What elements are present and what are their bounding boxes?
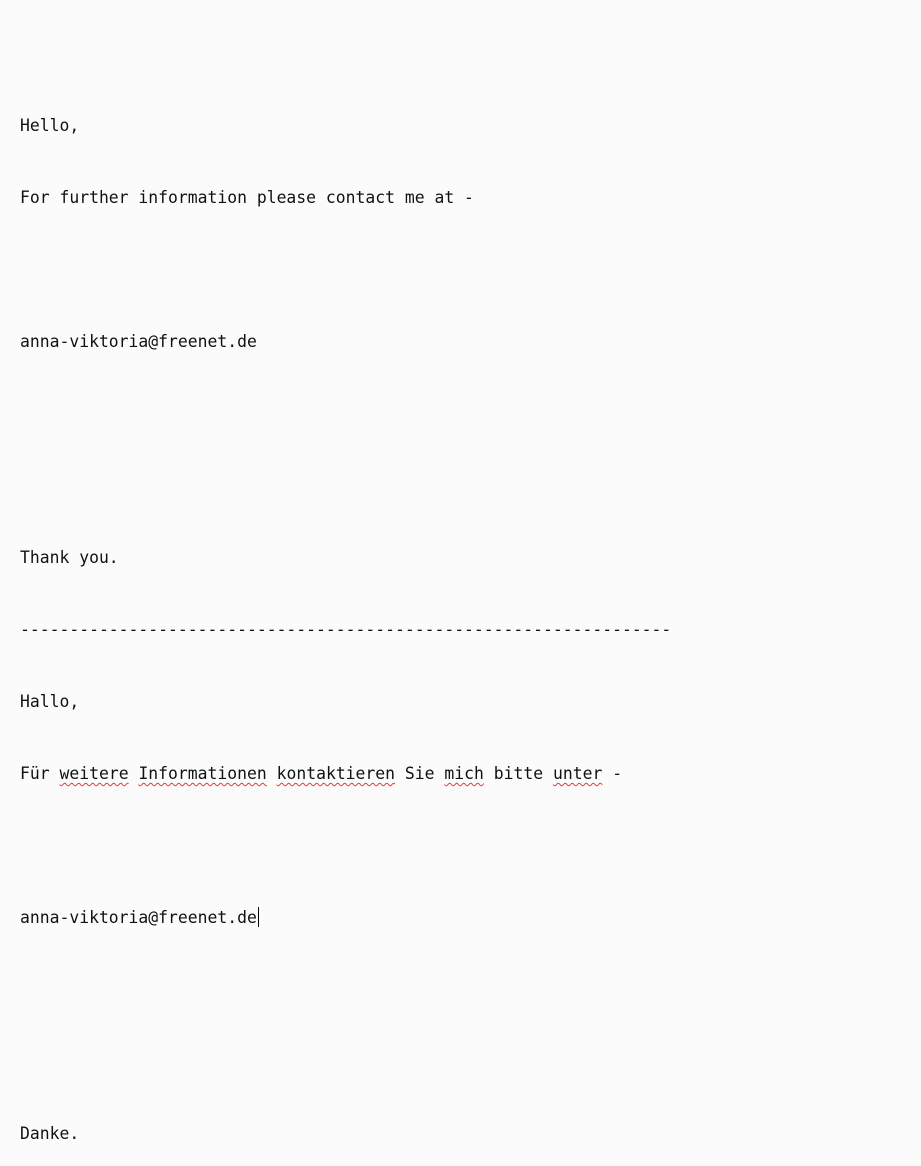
english-greeting: Hello, <box>20 116 80 135</box>
misspelled-word[interactable]: kontaktieren <box>277 764 395 783</box>
german-closing: Danke. <box>20 1124 80 1143</box>
word: Sie <box>404 764 435 783</box>
misspelled-word[interactable]: Informationen <box>138 764 266 783</box>
text-editor[interactable]: Hello, For further information please co… <box>0 0 921 1143</box>
english-closing: Thank you. <box>20 548 119 567</box>
german-info-line: Für weitere Informationen kontaktieren S… <box>20 762 671 786</box>
german-greeting: Hallo, <box>20 692 80 711</box>
german-email: anna-viktoria@freenet.de <box>20 908 257 927</box>
misspelled-word[interactable]: unter <box>553 764 602 783</box>
word: bitte <box>493 764 544 783</box>
misspelled-word[interactable]: weitere <box>59 764 128 783</box>
word: Für <box>20 764 50 783</box>
english-email: anna-viktoria@freenet.de <box>20 332 257 351</box>
word: - <box>612 764 623 783</box>
english-info-line: For further information please contact m… <box>20 188 474 207</box>
separator-line: ----------------------------------------… <box>20 620 672 639</box>
misspelled-word[interactable]: mich <box>444 764 483 783</box>
text-cursor <box>257 907 259 927</box>
german-email-line: anna-viktoria@freenet.de <box>20 906 671 930</box>
editor-content[interactable]: Hello, For further information please co… <box>20 66 671 1166</box>
